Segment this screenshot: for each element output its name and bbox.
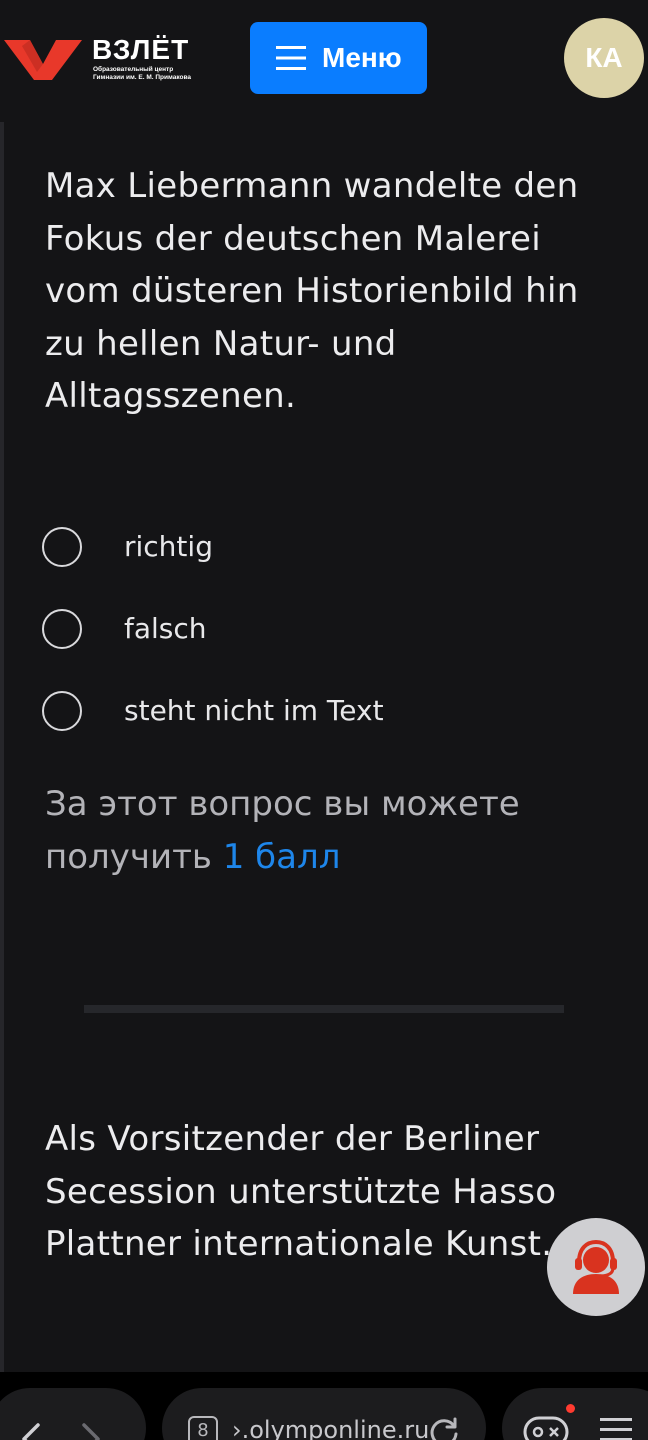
user-avatar[interactable]: КА [564,18,644,98]
logo-subtitle: Образовательный центр Гимназии им. Е. М.… [93,66,192,81]
option-falsch[interactable]: falsch [42,609,542,655]
content-left-border [0,122,4,1372]
option-label: falsch [124,612,207,645]
radio-button[interactable] [42,691,82,731]
question-divider [84,1005,564,1013]
option-richtig[interactable]: richtig [42,527,542,573]
points-info: За этот вопрос вы можете получить 1 балл [45,778,605,883]
top-bar: ВЗЛЁТ Образовательный центр Гимназии им.… [0,0,648,118]
reload-icon[interactable] [428,1416,460,1440]
navigation-controls [0,1388,146,1440]
hamburger-icon[interactable] [598,1414,634,1440]
question-text: Max Liebermann wandelte den Fokus der de… [45,166,579,416]
game-icon[interactable] [522,1410,570,1440]
browser-toolbar: 8 ›.olymponline.ru [0,1372,648,1440]
notification-dot [566,1404,575,1413]
address-bar[interactable]: 8 ›.olymponline.ru [162,1388,486,1440]
tab-count-badge[interactable]: 8 [188,1416,218,1440]
menu-button[interactable]: Меню [250,22,427,94]
support-headset-icon [573,1239,619,1294]
menu-icon [276,46,306,70]
forward-icon[interactable] [80,1422,102,1440]
logo-title: ВЗЛЁТ [92,34,190,65]
option-label: richtig [124,530,213,563]
radio-button[interactable] [42,527,82,567]
option-label: steht nicht im Text [124,694,384,727]
back-icon[interactable] [20,1422,42,1440]
menu-label: Меню [322,42,402,73]
support-chat-button[interactable] [547,1218,645,1316]
url-text: ›.olymponline.ru [232,1416,430,1440]
site-logo[interactable]: ВЗЛЁТ Образовательный центр Гимназии им.… [4,34,204,86]
points-value: 1 балл [222,836,341,877]
option-steht-nicht-im-text[interactable]: steht nicht im Text [42,691,542,737]
logo-mark-icon [4,40,82,80]
browser-extras [502,1388,648,1440]
question-text-2: Als Vorsitzender der Berliner Secession … [45,1119,557,1264]
radio-button[interactable] [42,609,82,649]
